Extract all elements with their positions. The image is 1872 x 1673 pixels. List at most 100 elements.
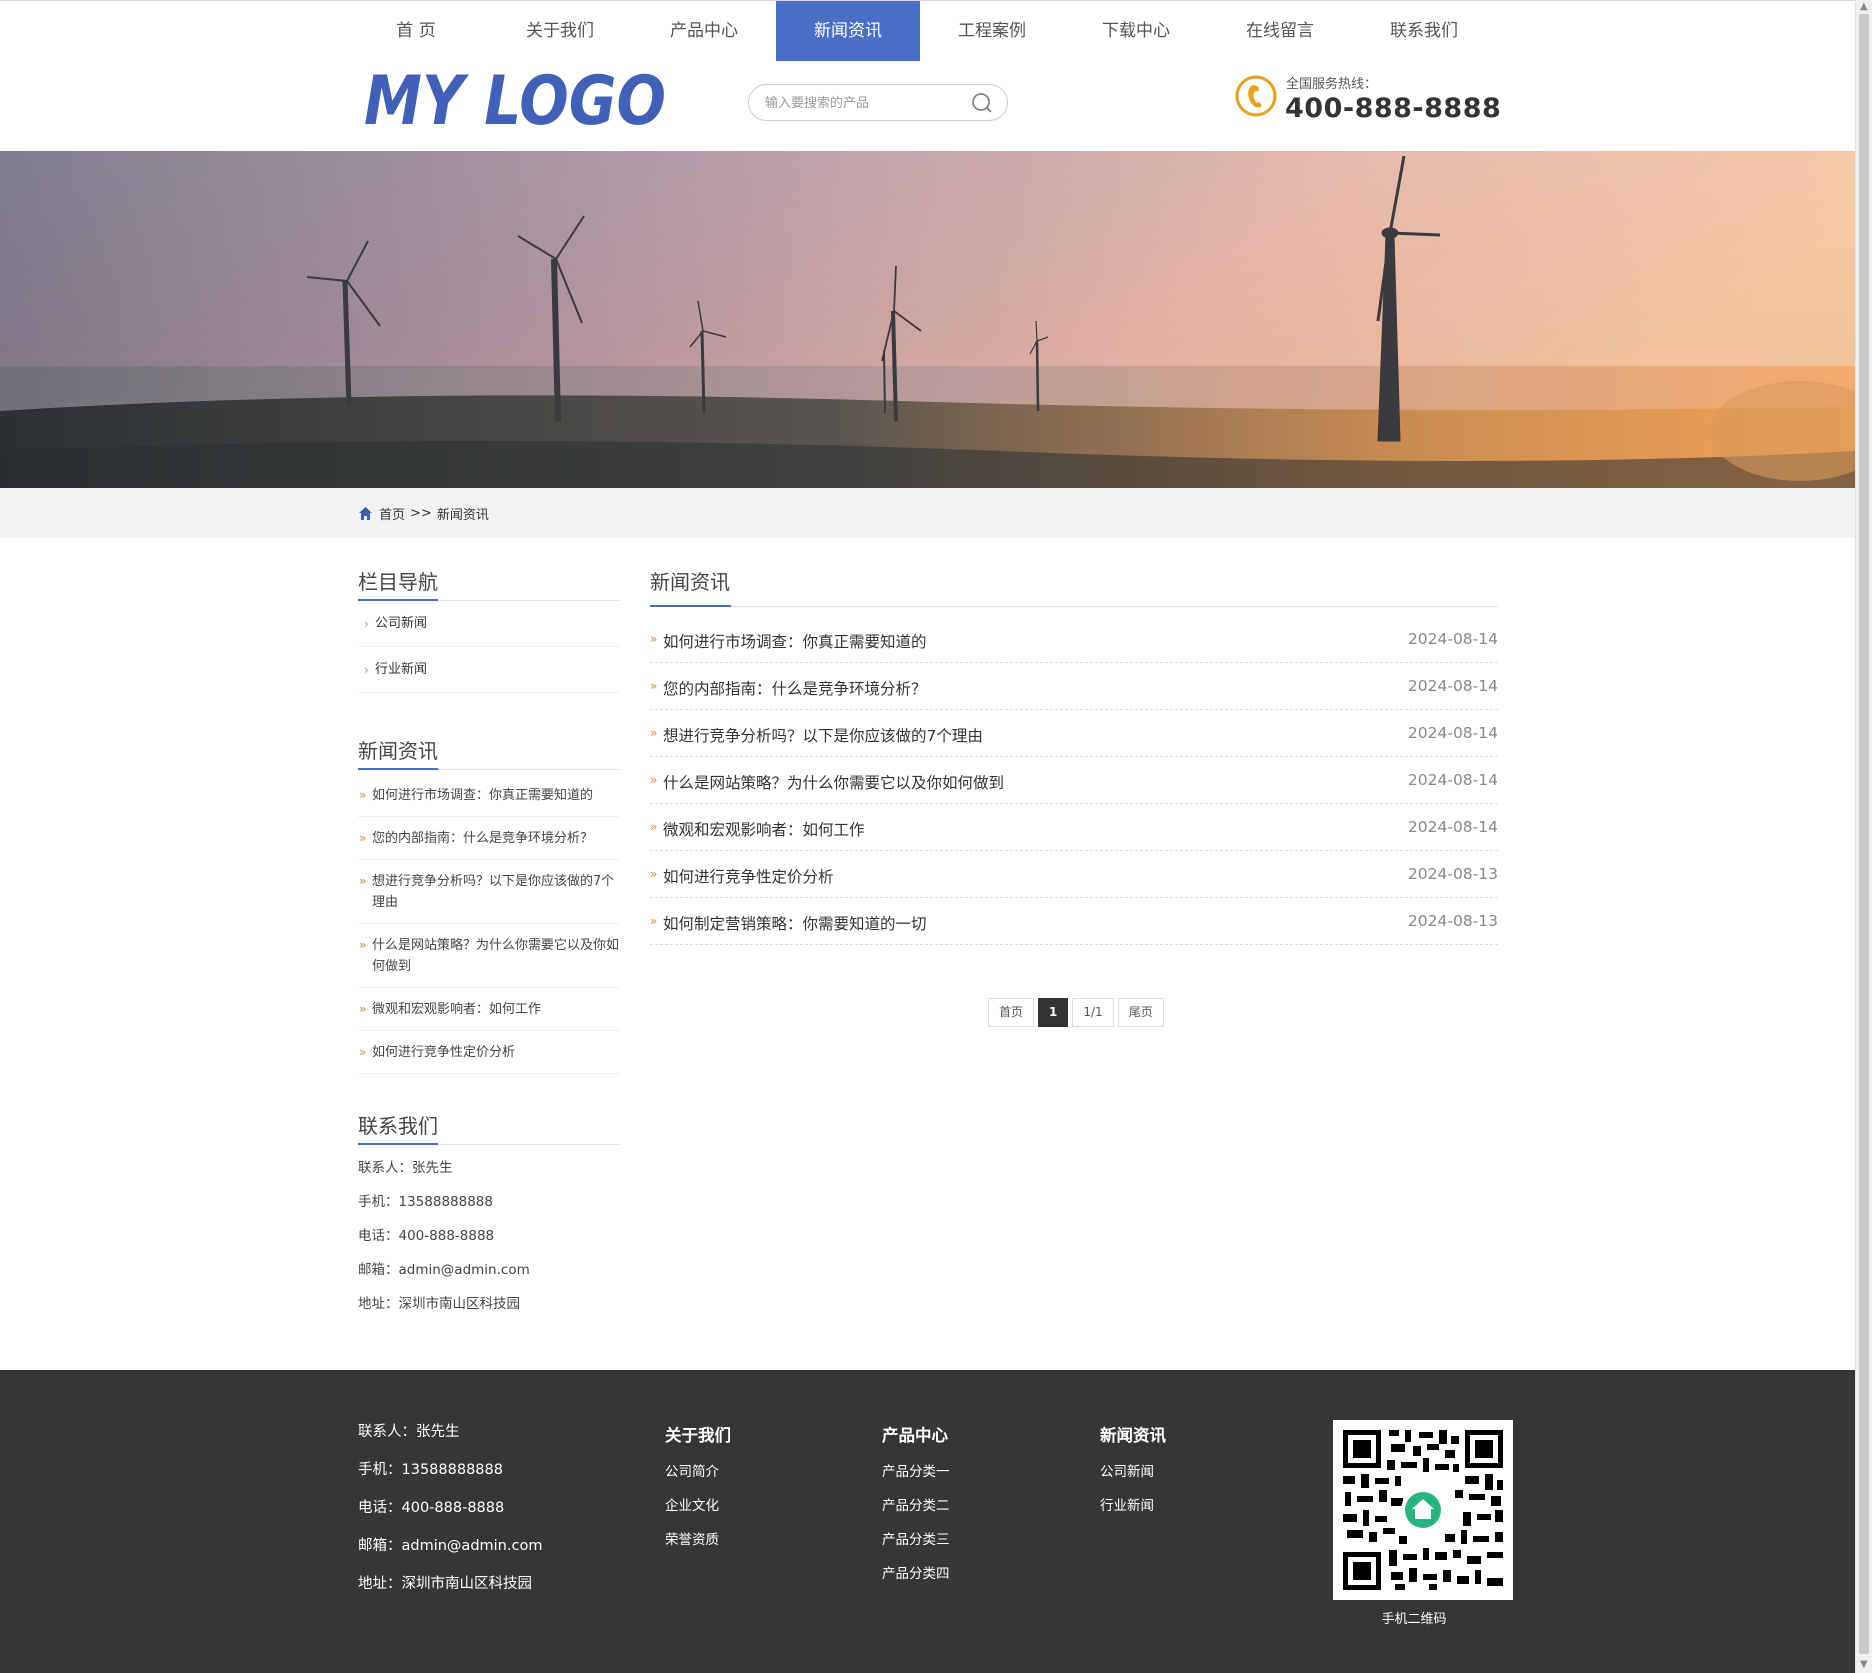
title-underline [650,605,1498,607]
sidebar-news-item[interactable]: » 想进行竞争分析吗？以下是你应该做的7个理由 [358,860,619,924]
news-date: 2024-08-14 [1407,818,1498,836]
pager-first-button[interactable]: 首页 [988,998,1035,1027]
news-title[interactable]: 微观和宏观影响者：如何工作 [663,818,865,840]
chevron-right-icon: › [364,617,369,631]
news-title[interactable]: 什么是网站策略？为什么你需要它以及你如何做到 [663,771,1004,793]
news-row[interactable]: » 如何制定营销策略：你需要知道的一切 2024-08-13 [650,898,1498,945]
news-date: 2024-08-14 [1407,630,1498,648]
pagination: 首页 1 1/1 尾页 [988,998,1168,1027]
footer-link[interactable]: 产品分类一 [882,1462,950,1496]
footer-link[interactable]: 荣誉资质 [665,1530,731,1564]
category-item[interactable]: › 公司新闻 [358,601,619,647]
news-date: 2024-08-13 [1407,865,1498,883]
news-row[interactable]: » 微观和宏观影响者：如何工作 2024-08-14 [650,804,1498,851]
news-title[interactable]: 您的内部指南：什么是竞争环境分析？ [663,677,927,699]
news-title[interactable]: 如何制定营销策略：你需要知道的一切 [663,912,927,934]
category-item[interactable]: › 行业新闻 [358,647,619,693]
scroll-down-icon[interactable]: ▼ [1860,1660,1868,1670]
footer-column-heading[interactable]: 新闻资讯 [1100,1422,1166,1445]
nav-item-products[interactable]: 产品中心 [632,1,776,61]
banner-image [0,151,1855,488]
news-row[interactable]: » 如何进行市场调查：你真正需要知道的 2024-08-14 [650,616,1498,663]
news-date: 2024-08-13 [1407,912,1498,930]
news-row[interactable]: » 什么是网站策略？为什么你需要它以及你如何做到 2024-08-14 [650,757,1498,804]
footer-contact-email: 邮箱：admin@admin.com [358,1538,543,1554]
news-row[interactable]: » 如何进行竞争性定价分析 2024-08-13 [650,851,1498,898]
news-title[interactable]: 想进行竞争分析吗？以下是你应该做的7个理由 [663,724,983,746]
nav-item-about[interactable]: 关于我们 [488,1,632,61]
footer-link[interactable]: 行业新闻 [1100,1496,1166,1530]
search-input[interactable] [765,93,965,113]
main-nav: 首 页 关于我们 产品中心 新闻资讯 工程案例 下载中心 在线留言 联系我们 [344,1,1496,61]
scrollbar[interactable]: ▲ ▼ [1855,0,1872,1673]
footer-link[interactable]: 企业文化 [665,1496,731,1530]
sidebar-news-item[interactable]: » 什么是网站策略？为什么你需要它以及你如何做到 [358,924,619,988]
page: 首 页 关于我们 产品中心 新闻资讯 工程案例 下载中心 在线留言 联系我们 M… [0,0,1855,1673]
footer-column-news: 新闻资讯 公司新闻 行业新闻 [1100,1422,1166,1530]
scrollbar-thumb[interactable] [1859,14,1869,1654]
logo-text: MY LOGO [364,64,666,130]
search-icon[interactable] [971,92,993,114]
news-title[interactable]: 如何进行市场调查：你真正需要知道的 [663,630,927,652]
news-row[interactable]: » 您的内部指南：什么是竞争环境分析？ 2024-08-14 [650,663,1498,710]
sidebar-news-item[interactable]: » 您的内部指南：什么是竞争环境分析？ [358,817,619,860]
nav-item-message[interactable]: 在线留言 [1208,1,1352,61]
qr-code [1333,1420,1513,1600]
footer-link[interactable]: 产品分类三 [882,1530,950,1564]
footer-column-heading[interactable]: 产品中心 [882,1422,950,1445]
title-underline [358,768,619,770]
pager-last-button[interactable]: 尾页 [1117,998,1164,1027]
contact-person: 联系人：张先生 [358,1160,453,1176]
footer-link[interactable]: 公司新闻 [1100,1462,1166,1496]
nav-item-downloads[interactable]: 下载中心 [1064,1,1208,61]
footer-link[interactable]: 公司简介 [665,1462,731,1496]
sidebar-news-label: 想进行竞争分析吗？以下是你应该做的7个理由 [372,874,615,910]
sidebar-contact-title: 联系我们 [358,1114,438,1138]
footer-contact-mobile: 手机：13588888888 [358,1462,503,1478]
contact-mobile: 手机：13588888888 [358,1194,493,1210]
sidebar-news-label: 您的内部指南：什么是竞争环境分析？ [372,831,594,846]
nav-item-news[interactable]: 新闻资讯 [776,1,920,61]
double-chevron-icon: » [359,1045,367,1059]
sidebar-news-title: 新闻资讯 [358,739,438,763]
main-title: 新闻资讯 [650,570,730,594]
site-logo[interactable]: MY LOGO [362,64,672,130]
sidebar-news-label: 如何进行竞争性定价分析 [372,1045,516,1060]
footer-link[interactable]: 产品分类二 [882,1496,950,1530]
sidebar-nav-title: 栏目导航 [358,570,438,594]
scroll-up-icon[interactable]: ▲ [1860,2,1868,12]
pager-current-page[interactable]: 1 [1038,998,1069,1027]
news-row[interactable]: » 想进行竞争分析吗？以下是你应该做的7个理由 2024-08-14 [650,710,1498,757]
phone-icon [1235,75,1277,117]
double-chevron-icon: » [650,773,658,787]
double-chevron-icon: » [359,831,367,845]
double-chevron-icon: » [650,820,658,834]
news-list: » 如何进行市场调查：你真正需要知道的 2024-08-14 » 您的内部指南：什么是… [650,616,1498,945]
contact-address: 地址：深圳市南山区科技园 [358,1296,520,1312]
sidebar-news-item[interactable]: » 如何进行市场调查：你真正需要知道的 [358,774,619,817]
breadcrumb-home-link[interactable]: 首页 [379,504,405,523]
nav-item-cases[interactable]: 工程案例 [920,1,1064,61]
footer-contact-person: 联系人：张先生 [358,1424,460,1440]
nav-item-home[interactable]: 首 页 [344,1,488,61]
footer-link[interactable]: 产品分类四 [882,1564,950,1598]
sidebar-news-item[interactable]: » 如何进行竞争性定价分析 [358,1031,619,1074]
breadcrumb-current-link[interactable]: 新闻资讯 [437,504,489,523]
news-title[interactable]: 如何进行竞争性定价分析 [663,865,834,887]
category-label: 行业新闻 [375,662,428,677]
hotline-label: 全国服务热线： [1286,77,1378,92]
sidebar-news-label: 如何进行市场调查：你真正需要知道的 [372,788,594,803]
qr-caption: 手机二维码 [1381,1612,1447,1627]
news-list-section: 新闻资讯 » 如何进行市场调查：你真正需要知道的 2024-08-14 » 您的内部指… [650,566,1498,945]
footer-column-heading[interactable]: 关于我们 [665,1422,731,1445]
sidebar-contact-info: 联系人：张先生 手机：13588888888 电话：400-888-8888 邮… [358,1151,619,1321]
footer-contact: 联系人：张先生 手机：13588888888 电话：400-888-8888 邮… [358,1422,542,1612]
sidebar-news-item[interactable]: » 微观和宏观影响者：如何工作 [358,988,619,1031]
nav-item-contact[interactable]: 联系我们 [1352,1,1496,61]
sidebar: 栏目导航 › 公司新闻 › 行业新闻 新闻资讯 » 如何进行市场调查：你真正需要知道的… [358,566,619,1321]
footer-contact-phone: 电话：400-888-8888 [358,1500,505,1516]
double-chevron-icon: » [650,679,658,693]
sidebar-news-list: » 如何进行市场调查：你真正需要知道的 » 您的内部指南：什么是竞争环境分析？ » 想… [358,774,619,1074]
contact-email: 邮箱：admin@admin.com [358,1262,530,1278]
title-underline [358,1143,619,1145]
